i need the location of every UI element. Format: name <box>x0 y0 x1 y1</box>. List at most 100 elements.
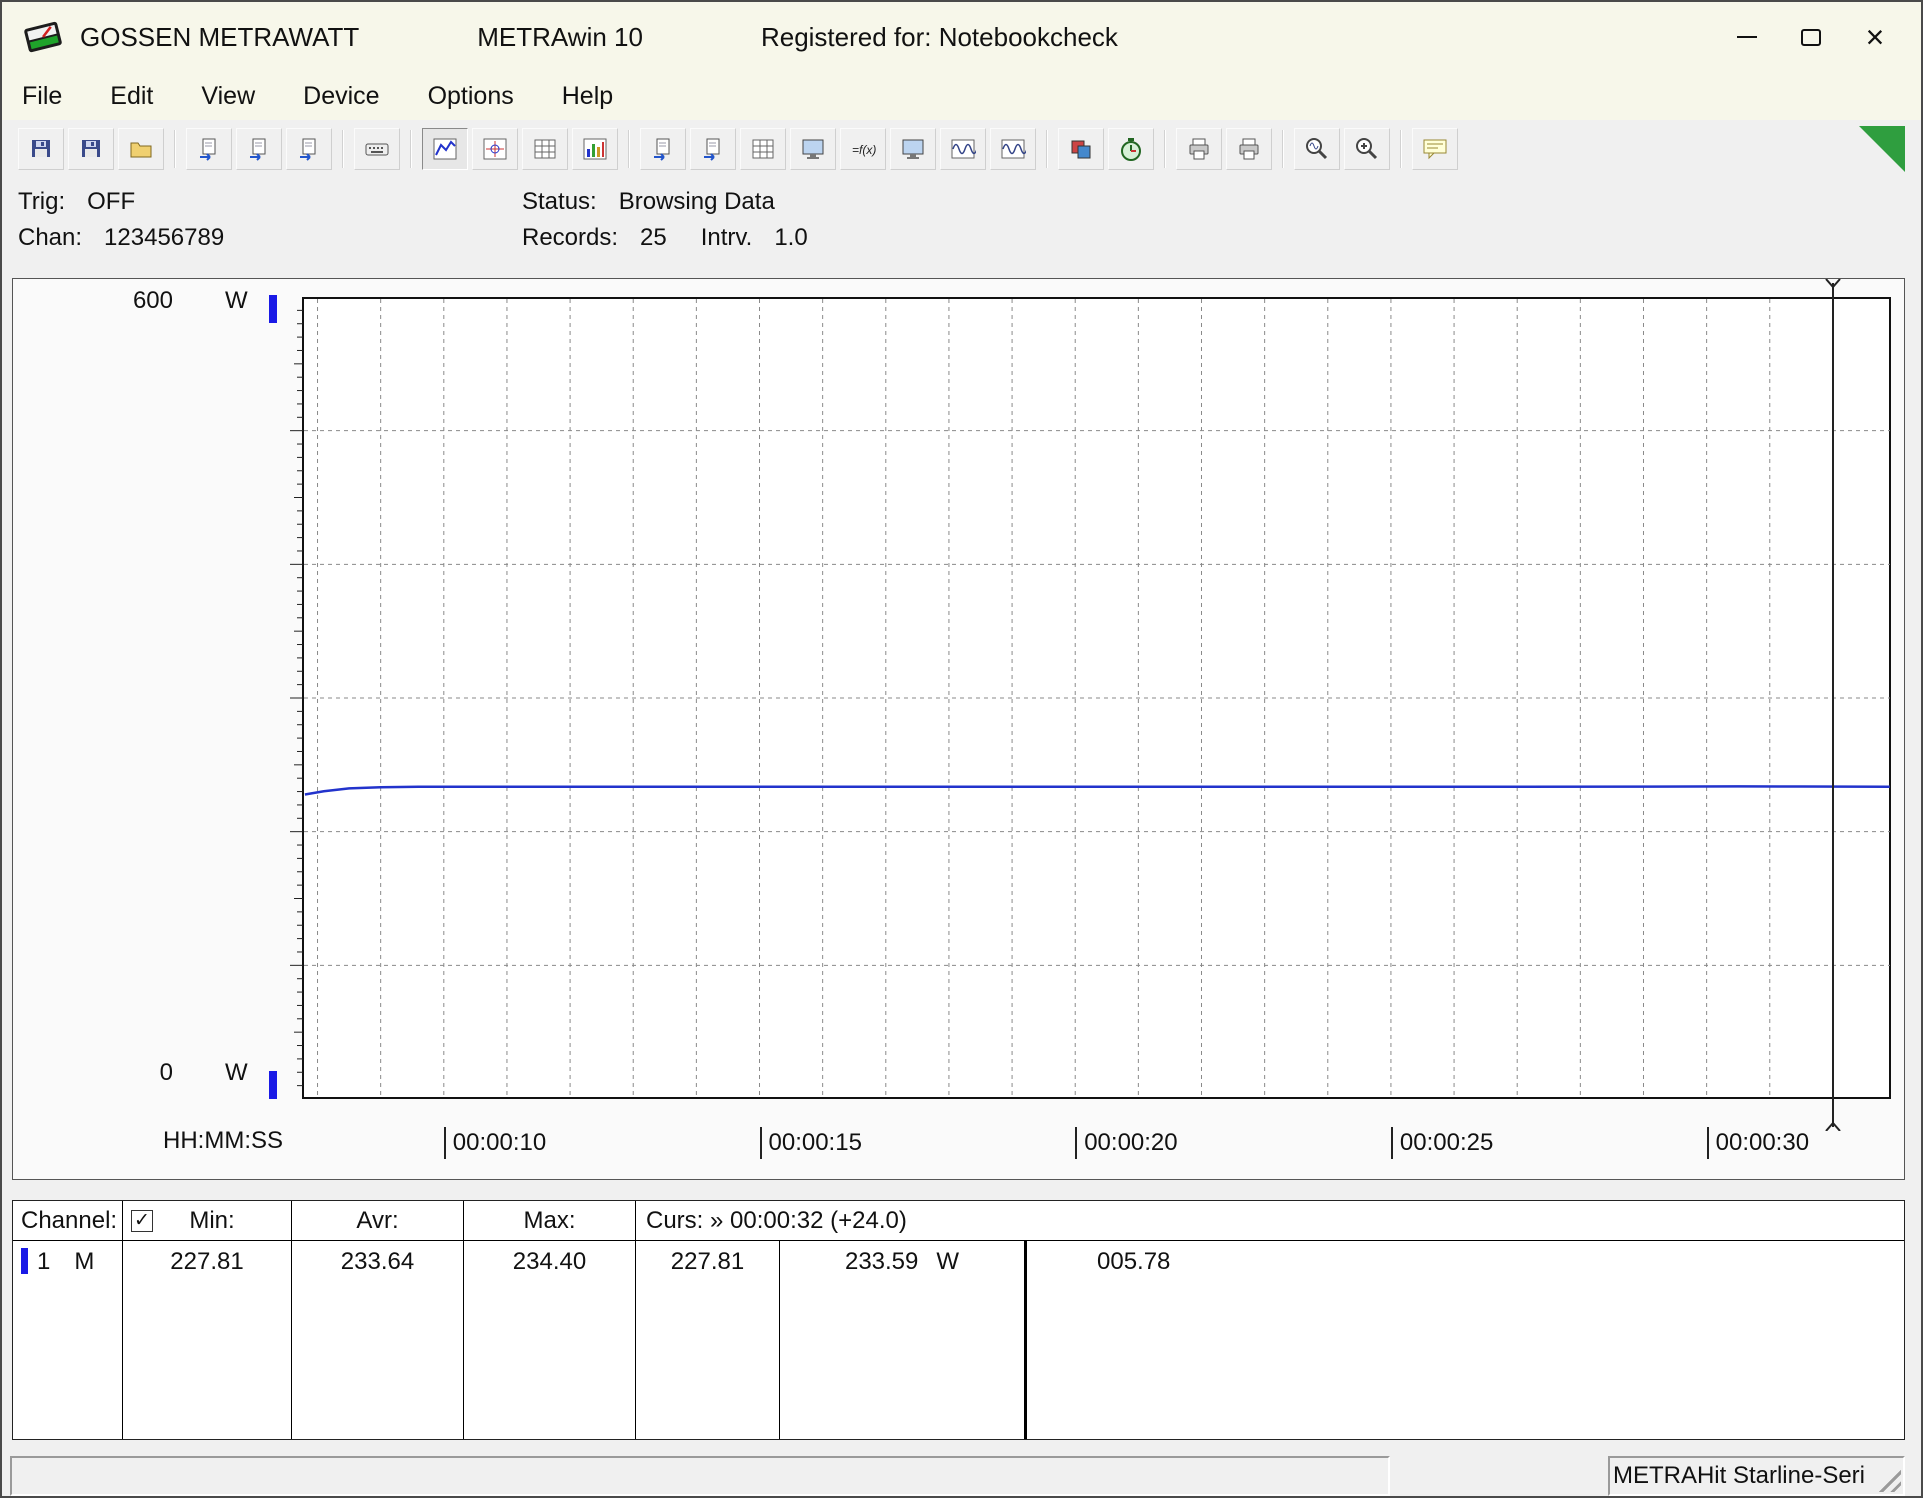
window-resize-grip[interactable] <box>1873 1464 1901 1492</box>
save-button[interactable] <box>68 128 114 170</box>
cursor-handle-top-icon[interactable] <box>1824 279 1842 295</box>
zoom-curve-button[interactable] <box>1294 128 1340 170</box>
registration-text: Registered for: Notebookcheck <box>761 22 1118 53</box>
minimize-button[interactable] <box>1715 11 1779 63</box>
doc-icon <box>296 136 322 162</box>
app-name: GOSSEN METRAWATT <box>80 22 359 53</box>
y-axis-min-label: 0 <box>83 1059 173 1087</box>
toolbar-corner-marker <box>1859 126 1905 172</box>
formula-button[interactable]: =f(x) <box>840 128 886 170</box>
bar-chart-view-button[interactable] <box>572 128 618 170</box>
table-cell-cursor-extra: 005.78 <box>1024 1241 1904 1439</box>
zoomwave-icon <box>1304 136 1330 162</box>
wave-icon <box>1000 136 1026 162</box>
folder-icon <box>128 136 154 162</box>
statusbar-message-field <box>10 1456 1390 1496</box>
open-button[interactable] <box>118 128 164 170</box>
y-axis-max-unit: W <box>225 287 248 315</box>
channel-color-marker <box>21 1248 28 1274</box>
x-axis-tick-label: 00:00:10 <box>444 1127 546 1159</box>
product-name: METRAwin 10 <box>477 22 643 53</box>
app-logo-icon <box>20 17 66 57</box>
color-settings-button[interactable] <box>1058 128 1104 170</box>
app-window: GOSSEN METRAWATT METRAwin 10 Registered … <box>0 0 1923 1498</box>
device-display-button[interactable] <box>890 128 936 170</box>
xy-chart-view-button[interactable] <box>472 128 518 170</box>
table-header-max: Max: <box>463 1201 635 1241</box>
close-button[interactable]: × <box>1843 11 1907 63</box>
export-clipboard-button[interactable] <box>286 128 332 170</box>
table-header-avr: Avr: <box>291 1201 463 1241</box>
menu-bar: File Edit View Device Options Help <box>2 72 1921 120</box>
channel-visibility-checkbox[interactable]: ✓ <box>131 1210 153 1232</box>
svg-text:=f(x): =f(x) <box>852 143 876 157</box>
wave-icon <box>950 136 976 162</box>
keyboard-icon <box>364 136 390 162</box>
chart-cursor[interactable] <box>1832 283 1834 1127</box>
doc-icon <box>650 136 676 162</box>
menu-options[interactable]: Options <box>404 72 538 120</box>
table-cell-cursor-value: 233.59 W <box>779 1241 1024 1439</box>
chart-panel: 600 W 0 W HH:MM:SS 00:00:1000:00:1500:00… <box>12 278 1905 1180</box>
print-preview-button[interactable] <box>1176 128 1222 170</box>
doc-icon <box>700 136 726 162</box>
menu-help[interactable]: Help <box>538 72 637 120</box>
status-value: Browsing Data <box>619 188 775 215</box>
monitor-view-button[interactable] <box>790 128 836 170</box>
toolbar-separator <box>628 130 630 168</box>
tablegrid-icon <box>532 136 558 162</box>
records-label: Records: <box>522 224 618 251</box>
crosshair-icon <box>482 136 508 162</box>
doc-icon <box>196 136 222 162</box>
doc-icon <box>246 136 272 162</box>
statusbar-device-field: METRAHit Starline-Seri <box>1608 1456 1905 1496</box>
channel-range-marker-bottom <box>269 1071 277 1099</box>
channel-range-marker-top <box>269 295 277 323</box>
menu-device[interactable]: Device <box>279 72 403 120</box>
x-axis-tick-label: 00:00:15 <box>760 1127 862 1159</box>
cursor-value-unit: W <box>936 1248 959 1276</box>
interval-value: 1.0 <box>774 224 807 251</box>
save-export-button[interactable] <box>18 128 64 170</box>
channel-number: 1 <box>37 1248 50 1276</box>
annotation-button[interactable] <box>1412 128 1458 170</box>
x-axis-tick-label: 00:00:30 <box>1707 1127 1809 1159</box>
toolbar-separator <box>410 130 412 168</box>
toolbar-separator <box>342 130 344 168</box>
timer-button[interactable] <box>1108 128 1154 170</box>
table-view-button[interactable] <box>522 128 568 170</box>
table-header-cursor: Curs: » 00:00:32 (+24.0) <box>635 1201 1904 1241</box>
zoom-button[interactable] <box>1344 128 1390 170</box>
channel-mode: M <box>74 1248 94 1276</box>
printer-icon <box>1236 136 1262 162</box>
printer-icon <box>1186 136 1212 162</box>
table-cell-avr: 233.64 <box>291 1241 463 1439</box>
maximize-button[interactable] <box>1779 11 1843 63</box>
title-bar: GOSSEN METRAWATT METRAwin 10 Registered … <box>2 2 1921 72</box>
table-cell-cursor-min: 227.81 <box>635 1241 779 1439</box>
waveform-b-button[interactable] <box>990 128 1036 170</box>
import-window-button[interactable] <box>690 128 736 170</box>
floppy-icon <box>28 136 54 162</box>
menu-file[interactable]: File <box>2 72 86 120</box>
channel-list-button[interactable] <box>740 128 786 170</box>
print-button[interactable] <box>1226 128 1272 170</box>
close-icon: × <box>1866 21 1885 53</box>
floppy-icon <box>78 136 104 162</box>
export-window-button[interactable] <box>640 128 686 170</box>
toolbar: =f(x) <box>2 120 1921 178</box>
menu-view[interactable]: View <box>177 72 279 120</box>
table-row-channel[interactable]: 1 M <box>13 1241 122 1439</box>
menu-edit[interactable]: Edit <box>86 72 177 120</box>
export-text-button[interactable] <box>186 128 232 170</box>
y-axis-min-unit: W <box>225 1059 248 1087</box>
table-header-min: Min: <box>163 1207 261 1235</box>
numeric-display-button[interactable] <box>354 128 400 170</box>
waveform-a-button[interactable] <box>940 128 986 170</box>
line-chart-view-button[interactable] <box>422 128 468 170</box>
line-chart <box>283 297 1891 1099</box>
trig-value: OFF <box>87 188 135 215</box>
cursor-handle-bottom-icon[interactable] <box>1824 1115 1842 1131</box>
x-axis-tick-label: 00:00:20 <box>1075 1127 1177 1159</box>
export-csv-button[interactable] <box>236 128 282 170</box>
